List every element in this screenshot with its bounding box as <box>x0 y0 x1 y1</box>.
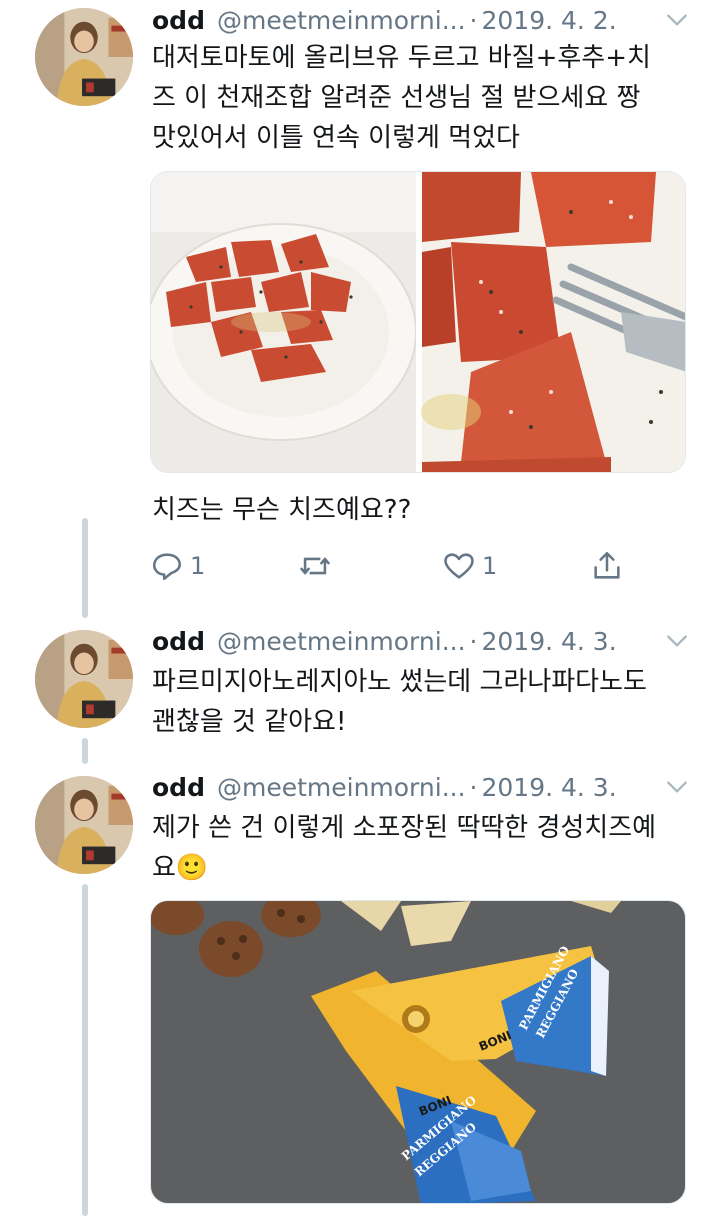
retweet-icon <box>300 557 330 575</box>
tweet-header: odd @meetmeinmorni... · 2019. 4. 3. <box>152 621 617 661</box>
thread-line <box>82 884 88 1216</box>
display-name[interactable]: odd <box>152 627 205 656</box>
avatar[interactable] <box>35 8 133 106</box>
heart-icon <box>444 553 474 579</box>
tweet-date[interactable]: 2019. 4. 3. <box>481 627 616 656</box>
tweet-text: 제가 쓴 건 이렇게 소포장된 딱딱한 경성치즈예 요🙂 <box>152 808 692 888</box>
tweet-media[interactable]: BONI PARMIGIANO REGGIANO BONI PARMIGIANO… <box>150 900 686 1204</box>
separator: · <box>469 626 478 656</box>
chevron-down-icon[interactable] <box>664 628 690 654</box>
like-count: 1 <box>482 552 498 580</box>
chevron-down-icon[interactable] <box>664 7 690 33</box>
display-name[interactable]: odd <box>152 6 205 35</box>
emoji: 🙂 <box>175 853 209 883</box>
cheese-package-photo: BONI PARMIGIANO REGGIANO BONI PARMIGIANO… <box>151 901 685 1203</box>
separator: · <box>469 5 478 35</box>
tweet-date[interactable]: 2019. 4. 3. <box>481 773 616 802</box>
tweet-date[interactable]: 2019. 4. 2. <box>481 6 616 35</box>
user-handle[interactable]: @meetmeinmorni... <box>217 773 466 802</box>
like-button[interactable]: 1 <box>442 544 497 588</box>
separator: · <box>469 772 478 802</box>
user-handle[interactable]: @meetmeinmorni... <box>217 6 466 35</box>
tweet-header: odd @meetmeinmorni... · 2019. 4. 3. <box>152 767 617 807</box>
thread-line <box>82 738 88 764</box>
tweet-text: 파르미지아노레지아노 썼는데 그라나파다노도 괜찮을 것 같아요! <box>152 667 647 737</box>
tomato-fork-closeup-photo <box>421 172 685 472</box>
twitter-thread: odd @meetmeinmorni... · 2019. 4. 2. 대저토마… <box>0 0 720 1216</box>
tweet-media[interactable] <box>150 171 686 473</box>
avatar[interactable] <box>35 630 133 728</box>
reply-text: 치즈는 무슨 치즈예요?? <box>152 495 412 525</box>
reply-button[interactable]: 1 <box>150 544 205 588</box>
tomato-plate-photo <box>151 172 417 472</box>
reply-icon <box>152 553 182 581</box>
share-icon <box>594 551 620 579</box>
avatar[interactable] <box>35 776 133 874</box>
share-button[interactable] <box>590 544 624 588</box>
reply-count: 1 <box>190 552 206 580</box>
tweet-text: 대저토마토에 올리브유 두르고 바질+후추+치 즈 이 천재조합 알려준 선생님… <box>152 43 651 153</box>
user-handle[interactable]: @meetmeinmorni... <box>217 627 466 656</box>
tweet-header: odd @meetmeinmorni... · 2019. 4. 2. <box>152 0 617 40</box>
chevron-down-icon[interactable] <box>664 774 690 800</box>
retweet-button[interactable] <box>298 544 332 588</box>
thread-line <box>82 518 88 618</box>
tweet-text-content: 제가 쓴 건 이렇게 소포장된 딱딱한 경성치즈예 요 <box>152 813 657 883</box>
display-name[interactable]: odd <box>152 773 205 802</box>
tweet-actions: 1 1 <box>150 544 630 588</box>
